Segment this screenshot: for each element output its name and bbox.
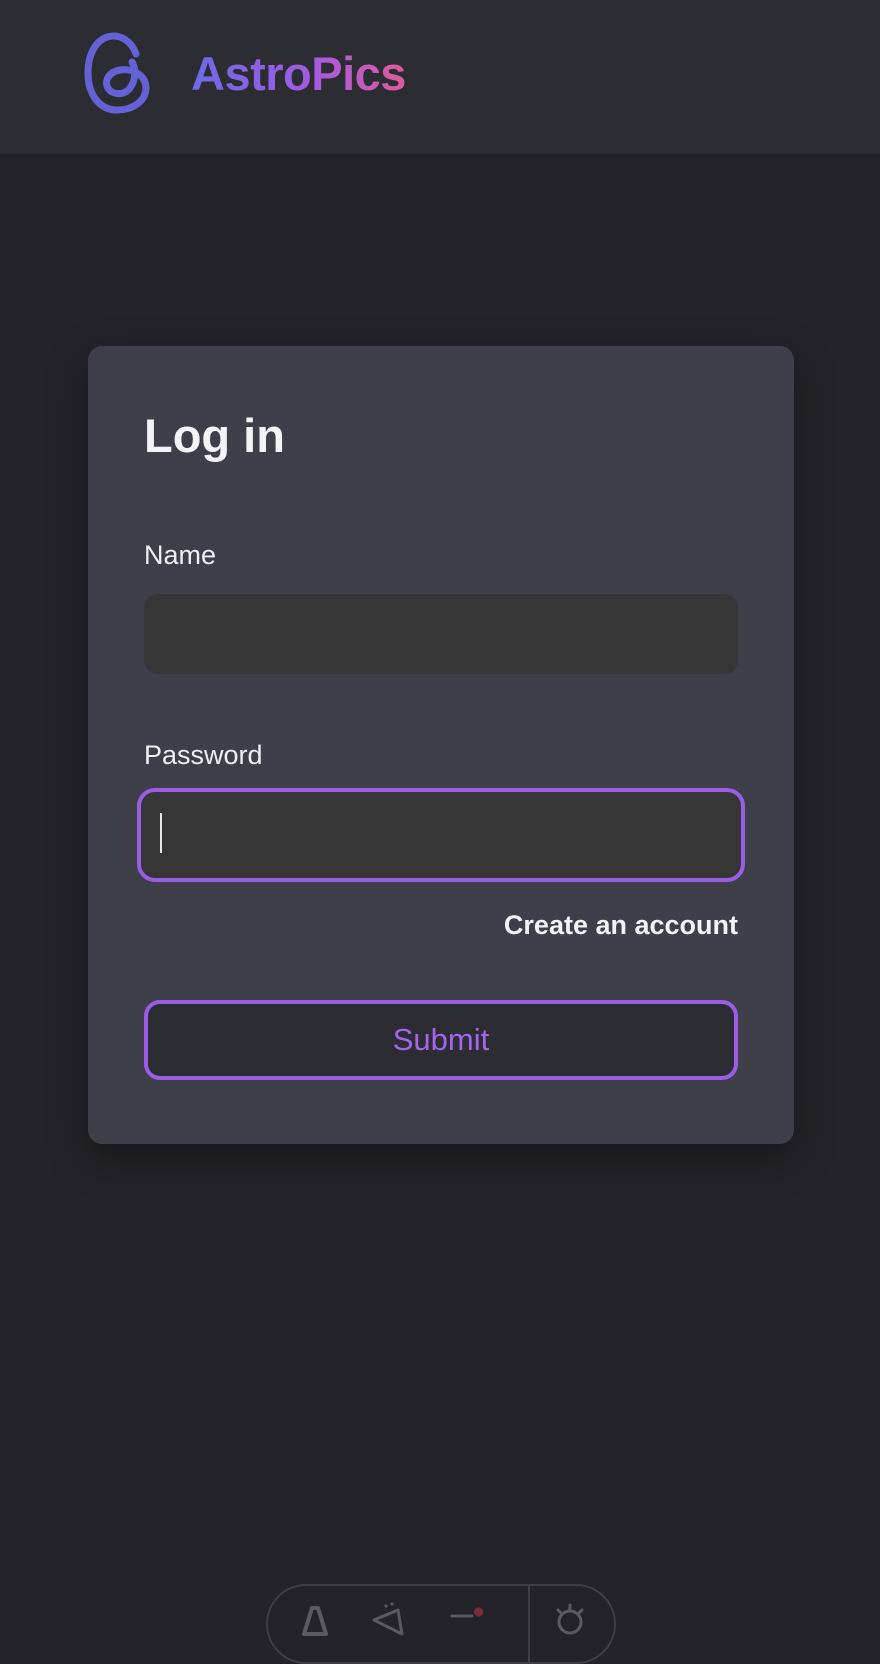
- threads-at-icon[interactable]: [84, 32, 154, 114]
- create-account-link[interactable]: Create an account: [504, 910, 738, 941]
- settings-gear-icon[interactable]: [550, 1600, 590, 1640]
- password-label: Password: [144, 740, 263, 770]
- submit-button[interactable]: Submit: [144, 1000, 738, 1080]
- page-title: Log in: [144, 409, 285, 462]
- password-input[interactable]: [137, 788, 745, 882]
- site-header: AstroPics: [0, 0, 880, 154]
- toolbar-divider: [528, 1586, 530, 1662]
- login-card: Log in Name Password Create an account S…: [88, 346, 794, 1144]
- name-input[interactable]: [144, 594, 738, 674]
- text-caret: [160, 813, 162, 853]
- audit-icon[interactable]: [368, 1600, 408, 1640]
- name-label: Name: [144, 540, 217, 570]
- brand-name[interactable]: AstroPics: [191, 46, 406, 101]
- dev-toolbar: [266, 1584, 616, 1664]
- inspect-icon[interactable]: [448, 1600, 488, 1640]
- astro-logo-icon[interactable]: [294, 1600, 334, 1640]
